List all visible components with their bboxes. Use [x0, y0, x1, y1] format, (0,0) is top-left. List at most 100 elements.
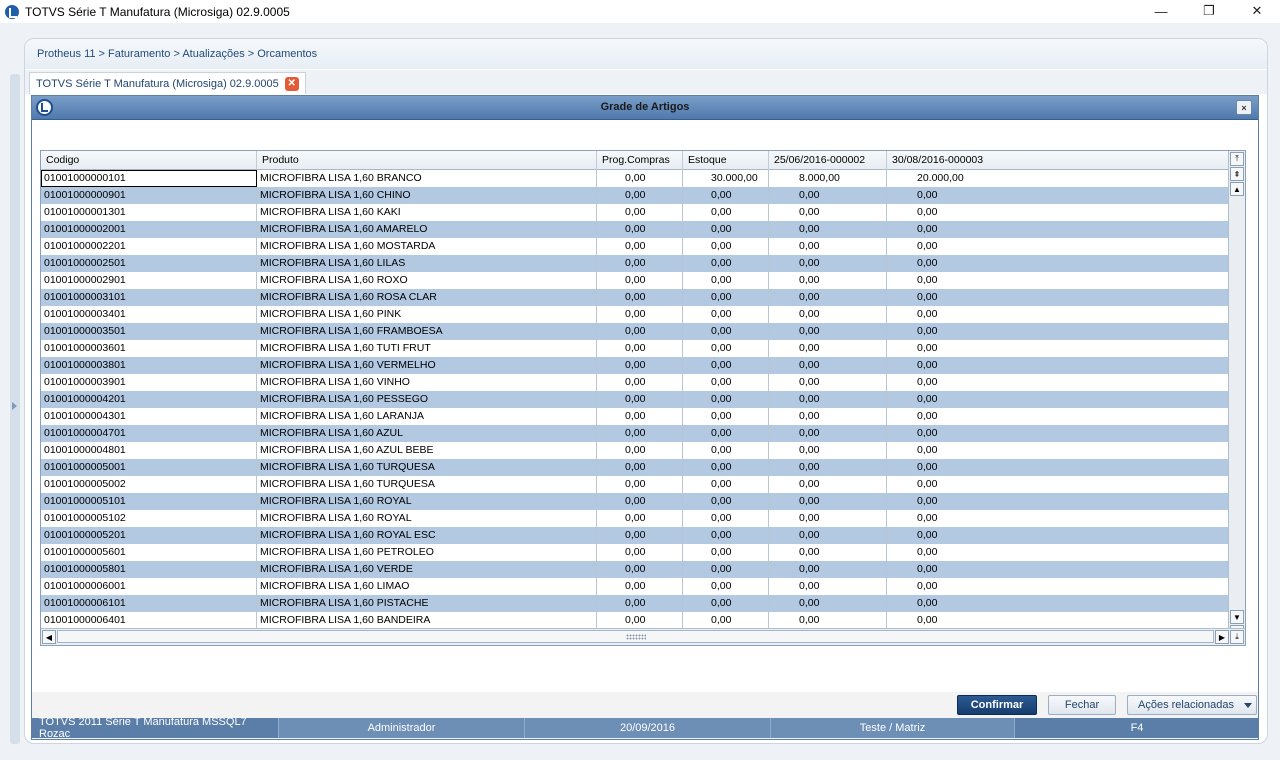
table-row[interactable]: 01001000002501 MICROFIBRA LISA 1,60 LILAS… [41, 255, 1229, 272]
cell-prog-compras[interactable]: 0,00 [597, 561, 683, 578]
cell-produto[interactable]: MICROFIBRA LISA 1,60 AZUL BEBE [257, 442, 597, 459]
cell-prog-compras[interactable]: 0,00 [597, 459, 683, 476]
cell-date-2[interactable]: 0,00 [887, 408, 1229, 425]
cell-produto[interactable]: MICROFIBRA LISA 1,60 LIMAO [257, 578, 597, 595]
table-row[interactable]: 01001000003801 MICROFIBRA LISA 1,60 VERME… [41, 357, 1229, 374]
cell-estoque[interactable]: 0,00 [683, 255, 769, 272]
table-row[interactable]: 01001000004701 MICROFIBRA LISA 1,60 AZUL 0… [41, 425, 1229, 442]
cell-date-1[interactable]: 0,00 [769, 527, 887, 544]
cell-date-1[interactable]: 0,00 [769, 221, 887, 238]
cell-date-1[interactable]: 0,00 [769, 204, 887, 221]
cell-produto[interactable]: MICROFIBRA LISA 1,60 VINHO [257, 374, 597, 391]
cell-date-1[interactable]: 0,00 [769, 357, 887, 374]
cell-codigo[interactable]: 01001000006001 [41, 578, 257, 595]
scroll-down-icon[interactable]: ▼ [1230, 610, 1244, 624]
cell-estoque[interactable]: 0,00 [683, 510, 769, 527]
cell-prog-compras[interactable]: 0,00 [597, 306, 683, 323]
cell-codigo[interactable]: 01001000003901 [41, 374, 257, 391]
table-row[interactable]: 01001000005601 MICROFIBRA LISA 1,60 PETRO… [41, 544, 1229, 561]
cell-codigo[interactable]: 01001000005002 [41, 476, 257, 493]
cell-codigo[interactable]: 01001000004801 [41, 442, 257, 459]
cell-codigo[interactable]: 01001000003401 [41, 306, 257, 323]
cell-codigo[interactable]: 01001000005102 [41, 510, 257, 527]
cell-estoque[interactable]: 0,00 [683, 408, 769, 425]
cell-estoque[interactable]: 0,00 [683, 578, 769, 595]
table-row[interactable]: 01001000003601 MICROFIBRA LISA 1,60 TUTI … [41, 340, 1229, 357]
scroll-top-icon[interactable]: ⤒ [1230, 152, 1244, 166]
cell-codigo[interactable]: 01001000002501 [41, 255, 257, 272]
table-row[interactable]: 01001000003501 MICROFIBRA LISA 1,60 FRAMB… [41, 323, 1229, 340]
cell-date-2[interactable]: 0,00 [887, 578, 1229, 595]
cell-date-2[interactable]: 0,00 [887, 306, 1229, 323]
cell-codigo[interactable]: 01001000005201 [41, 527, 257, 544]
cell-estoque[interactable]: 0,00 [683, 374, 769, 391]
cell-date-2[interactable]: 0,00 [887, 459, 1229, 476]
cell-date-2[interactable]: 0,00 [887, 561, 1229, 578]
cell-estoque[interactable]: 0,00 [683, 357, 769, 374]
cell-produto[interactable]: MICROFIBRA LISA 1,60 ROSA CLAR [257, 289, 597, 306]
cell-date-2[interactable]: 20.000,00 [887, 170, 1229, 187]
table-row[interactable]: 01001000003101 MICROFIBRA LISA 1,60 ROSA … [41, 289, 1229, 306]
cell-estoque[interactable]: 0,00 [683, 187, 769, 204]
cell-codigo[interactable]: 01001000003101 [41, 289, 257, 306]
cell-produto[interactable]: MICROFIBRA LISA 1,60 TURQUESA [257, 459, 597, 476]
cell-date-1[interactable]: 0,00 [769, 187, 887, 204]
cell-codigo[interactable]: 01001000002201 [41, 238, 257, 255]
cell-estoque[interactable]: 0,00 [683, 391, 769, 408]
cell-date-2[interactable]: 0,00 [887, 187, 1229, 204]
cell-produto[interactable]: MICROFIBRA LISA 1,60 KAKI [257, 204, 597, 221]
cell-prog-compras[interactable]: 0,00 [597, 391, 683, 408]
cell-produto[interactable]: MICROFIBRA LISA 1,60 ROYAL [257, 493, 597, 510]
cell-produto[interactable]: MICROFIBRA LISA 1,60 BRANCO [257, 170, 597, 187]
cell-prog-compras[interactable]: 0,00 [597, 204, 683, 221]
table-row[interactable]: 01001000002201 MICROFIBRA LISA 1,60 MOSTA… [41, 238, 1229, 255]
breadcrumb[interactable]: Protheus 11 > Faturamento > Atualizações… [37, 48, 317, 60]
tab-main[interactable]: TOTVS Série T Manufatura (Microsiga) 02.… [29, 72, 306, 94]
cell-codigo[interactable]: 01001000001301 [41, 204, 257, 221]
cell-estoque[interactable]: 0,00 [683, 544, 769, 561]
related-actions-button[interactable]: Ações relacionadas [1127, 695, 1257, 715]
cell-prog-compras[interactable]: 0,00 [597, 527, 683, 544]
cell-date-2[interactable]: 0,00 [887, 425, 1229, 442]
cell-estoque[interactable]: 0,00 [683, 612, 769, 629]
cell-prog-compras[interactable]: 0,00 [597, 340, 683, 357]
cell-prog-compras[interactable]: 0,00 [597, 187, 683, 204]
column-header-prog-compras[interactable]: Prog.Compras [597, 151, 683, 170]
column-header-date-1[interactable]: 25/06/2016-000002 [769, 151, 887, 170]
cell-date-2[interactable]: 0,00 [887, 272, 1229, 289]
cell-date-1[interactable]: 0,00 [769, 544, 887, 561]
cell-date-1[interactable]: 0,00 [769, 323, 887, 340]
scroll-right-icon[interactable]: ▶ [1215, 630, 1229, 644]
cell-estoque[interactable]: 0,00 [683, 425, 769, 442]
cell-date-2[interactable]: 0,00 [887, 238, 1229, 255]
horizontal-scrollbar[interactable]: ◀ ▶ ⤓ [41, 628, 1245, 645]
cell-date-2[interactable]: 0,00 [887, 323, 1229, 340]
cell-produto[interactable]: MICROFIBRA LISA 1,60 AMARELO [257, 221, 597, 238]
cell-estoque[interactable]: 0,00 [683, 272, 769, 289]
cell-prog-compras[interactable]: 0,00 [597, 578, 683, 595]
table-row[interactable]: 01001000005102 MICROFIBRA LISA 1,60 ROYAL… [41, 510, 1229, 527]
cell-produto[interactable]: MICROFIBRA LISA 1,60 PETROLEO [257, 544, 597, 561]
cell-prog-compras[interactable]: 0,00 [597, 272, 683, 289]
cell-codigo[interactable]: 01001000003501 [41, 323, 257, 340]
cell-produto[interactable]: MICROFIBRA LISA 1,60 ROYAL [257, 510, 597, 527]
cell-date-1[interactable]: 0,00 [769, 561, 887, 578]
horizontal-scroll-thumb[interactable] [57, 630, 1214, 643]
cell-prog-compras[interactable]: 0,00 [597, 357, 683, 374]
cell-date-2[interactable]: 0,00 [887, 255, 1229, 272]
cell-estoque[interactable]: 0,00 [683, 238, 769, 255]
cell-date-1[interactable]: 0,00 [769, 425, 887, 442]
scroll-up-icon[interactable]: ▲ [1230, 182, 1244, 196]
cell-date-1[interactable]: 0,00 [769, 272, 887, 289]
cell-estoque[interactable]: 0,00 [683, 306, 769, 323]
cell-codigo[interactable]: 01001000004301 [41, 408, 257, 425]
cell-estoque[interactable]: 0,00 [683, 221, 769, 238]
cell-produto[interactable]: MICROFIBRA LISA 1,60 ROXO [257, 272, 597, 289]
window-close-icon[interactable]: ✕ [1234, 0, 1280, 22]
cell-date-1[interactable]: 0,00 [769, 493, 887, 510]
cell-produto[interactable]: MICROFIBRA LISA 1,60 TURQUESA [257, 476, 597, 493]
cell-codigo[interactable]: 01001000002001 [41, 221, 257, 238]
table-row[interactable]: 01001000006001 MICROFIBRA LISA 1,60 LIMAO… [41, 578, 1229, 595]
cell-codigo[interactable]: 01001000006101 [41, 595, 257, 612]
cell-codigo[interactable]: 01001000000101 [41, 170, 257, 187]
